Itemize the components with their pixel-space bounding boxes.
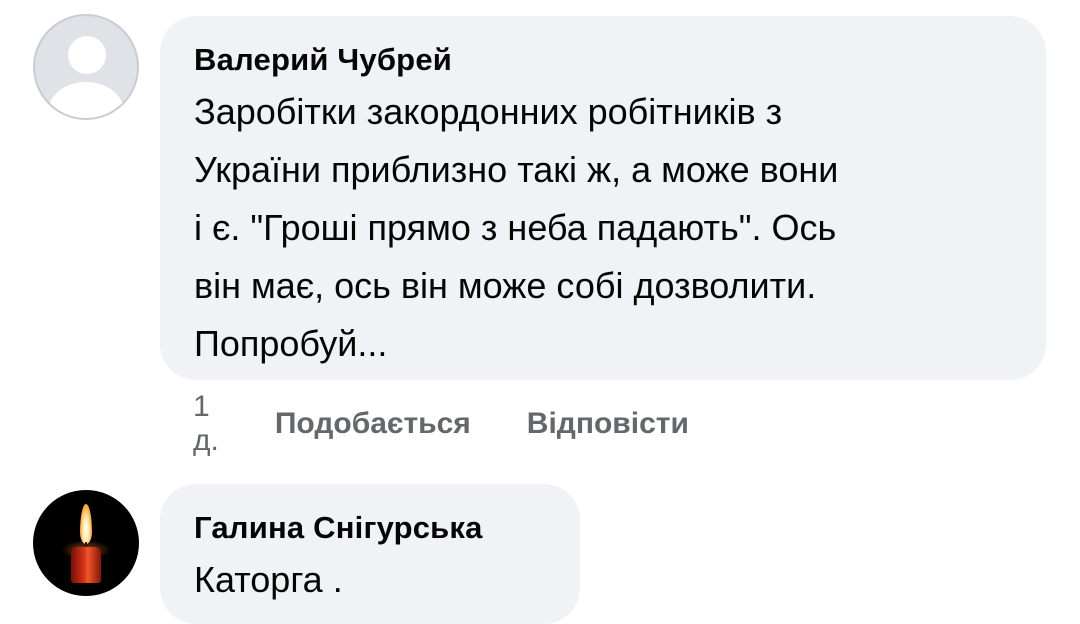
like-button[interactable]: Подобається <box>275 407 471 441</box>
comment-bubble: Валерий Чубрей Заробітки закордонних роб… <box>160 16 1046 380</box>
comment-text: Заробітки закордонних робітників з Украї… <box>194 91 839 364</box>
avatar-shoulders-shape <box>48 82 124 118</box>
reply-button[interactable]: Відповісти <box>527 407 689 441</box>
comment-actions: 1 д. Подобається Відповісти <box>193 390 745 457</box>
candle-flame-icon <box>80 504 92 544</box>
avatar-head-shape <box>68 36 106 74</box>
comment-timestamp[interactable]: 1 д. <box>193 390 219 458</box>
comment-author[interactable]: Галина Снігурська <box>194 508 546 548</box>
comment-text: Каторга . <box>194 559 343 600</box>
candle-body <box>71 547 101 583</box>
comment-author[interactable]: Валерий Чубрей <box>194 40 1012 80</box>
avatar-default-user-icon[interactable] <box>33 14 139 120</box>
comment-bubble: Галина Снігурська Каторга . <box>160 484 580 624</box>
avatar-candle-icon[interactable] <box>33 490 139 596</box>
